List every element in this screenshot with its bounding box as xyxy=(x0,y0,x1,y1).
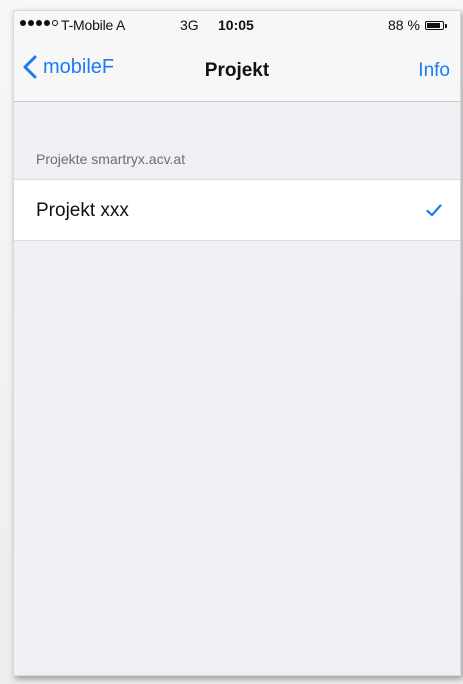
checkmark-icon xyxy=(426,204,442,217)
battery-fill xyxy=(427,23,441,28)
info-button[interactable]: Info xyxy=(418,60,450,82)
signal-dots-icon xyxy=(20,20,58,26)
screenshot-frame: T-Mobile A 3G 10:05 88 % mobileF Projekt… xyxy=(0,0,463,684)
signal-dot xyxy=(36,20,42,26)
battery-icon xyxy=(425,21,444,30)
signal-dot xyxy=(28,20,34,26)
network-type: 3G xyxy=(180,17,199,33)
phone-screen: T-Mobile A 3G 10:05 88 % mobileF Projekt… xyxy=(13,10,461,676)
clock: 10:05 xyxy=(218,17,254,33)
battery-percentage: 88 % xyxy=(388,17,420,33)
section-header: Projekte smartryx.acv.at xyxy=(36,151,186,167)
page-title: Projekt xyxy=(204,60,270,81)
carrier-name: T-Mobile A xyxy=(61,17,126,33)
navigation-bar: mobileF Projekt Info xyxy=(14,41,460,102)
project-list: Projekt xxx xyxy=(14,179,460,241)
battery-tip xyxy=(445,24,447,28)
signal-dot xyxy=(20,20,26,26)
status-bar: T-Mobile A 3G 10:05 88 % xyxy=(14,11,460,41)
signal-dot-empty xyxy=(52,20,58,26)
signal-dot xyxy=(44,20,50,26)
list-item-label: Projekt xxx xyxy=(36,200,129,221)
list-item-project[interactable]: Projekt xxx xyxy=(14,180,460,240)
